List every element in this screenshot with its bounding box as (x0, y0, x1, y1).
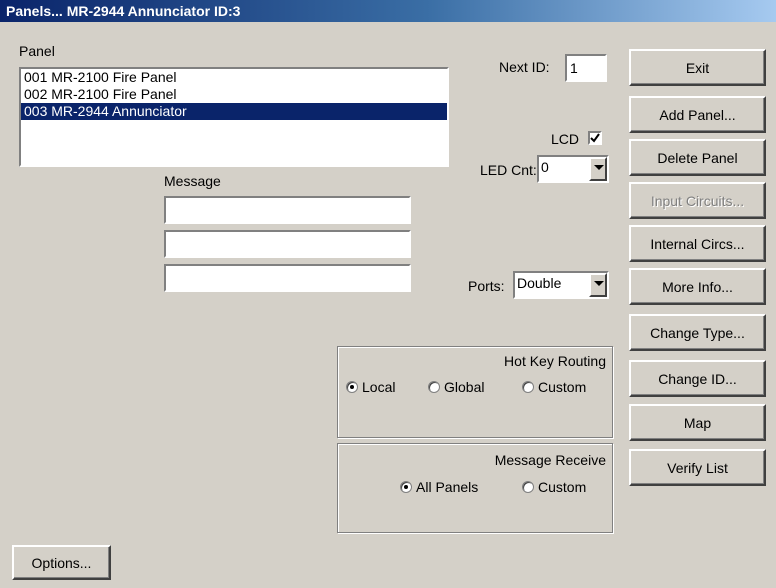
message-label: Message (164, 173, 221, 189)
message-receive-group: Message Receive All Panels Custom (337, 443, 613, 533)
delete-panel-button[interactable]: Delete Panel (629, 139, 766, 176)
led-cnt-value: 0 (541, 159, 549, 175)
window-title: Panels... MR-2944 Annunciator ID:3 (6, 3, 241, 19)
panel-label: Panel (19, 43, 55, 59)
radio-icon[interactable] (346, 381, 358, 393)
list-item-selected[interactable]: 003 MR-2944 Annunciator (21, 103, 447, 120)
radio-icon[interactable] (400, 481, 412, 493)
map-button[interactable]: Map (629, 404, 766, 441)
change-type-button[interactable]: Change Type... (629, 314, 766, 351)
input-circuits-button[interactable]: Input Circuits... (629, 182, 766, 219)
hot-key-custom-option[interactable]: Custom (522, 379, 586, 395)
title-bar[interactable]: Panels... MR-2944 Annunciator ID:3 (0, 0, 776, 22)
next-id-input[interactable]: 1 (565, 54, 607, 82)
message-line-2-input[interactable] (164, 230, 411, 258)
hot-key-routing-title: Hot Key Routing (504, 353, 606, 369)
hot-key-local-option[interactable]: Local (346, 379, 395, 395)
internal-circs-button[interactable]: Internal Circs... (629, 225, 766, 262)
exit-button[interactable]: Exit (629, 49, 766, 86)
led-cnt-select[interactable]: 0 (537, 155, 609, 183)
message-receive-title: Message Receive (494, 452, 606, 468)
ports-value: Double (517, 275, 562, 291)
ports-label: Ports: (468, 278, 505, 294)
message-receive-all-panels-option[interactable]: All Panels (400, 479, 478, 495)
check-icon (590, 133, 600, 143)
change-id-button[interactable]: Change ID... (629, 360, 766, 397)
options-button[interactable]: Options... (12, 545, 111, 580)
led-cnt-label: LED Cnt: (480, 162, 537, 178)
lcd-checkbox[interactable] (588, 131, 602, 145)
hot-key-global-option[interactable]: Global (428, 379, 484, 395)
radio-icon[interactable] (522, 481, 534, 493)
lcd-label: LCD (551, 131, 580, 147)
list-item[interactable]: 001 MR-2100 Fire Panel (21, 69, 447, 86)
next-id-label: Next ID: (499, 59, 550, 75)
ports-select[interactable]: Double (513, 271, 609, 299)
chevron-down-icon[interactable] (589, 273, 607, 297)
hot-key-routing-group: Hot Key Routing Local Global Custom (337, 346, 613, 438)
panel-listbox[interactable]: 001 MR-2100 Fire Panel 002 MR-2100 Fire … (19, 67, 449, 167)
more-info-button[interactable]: More Info... (629, 268, 766, 305)
verify-list-button[interactable]: Verify List (629, 449, 766, 486)
message-line-3-input[interactable] (164, 264, 411, 292)
message-line-1-input[interactable] (164, 196, 411, 224)
add-panel-button[interactable]: Add Panel... (629, 96, 766, 133)
message-receive-custom-option[interactable]: Custom (522, 479, 586, 495)
radio-icon[interactable] (428, 381, 440, 393)
chevron-down-icon[interactable] (589, 157, 607, 181)
radio-icon[interactable] (522, 381, 534, 393)
list-item[interactable]: 002 MR-2100 Fire Panel (21, 86, 447, 103)
